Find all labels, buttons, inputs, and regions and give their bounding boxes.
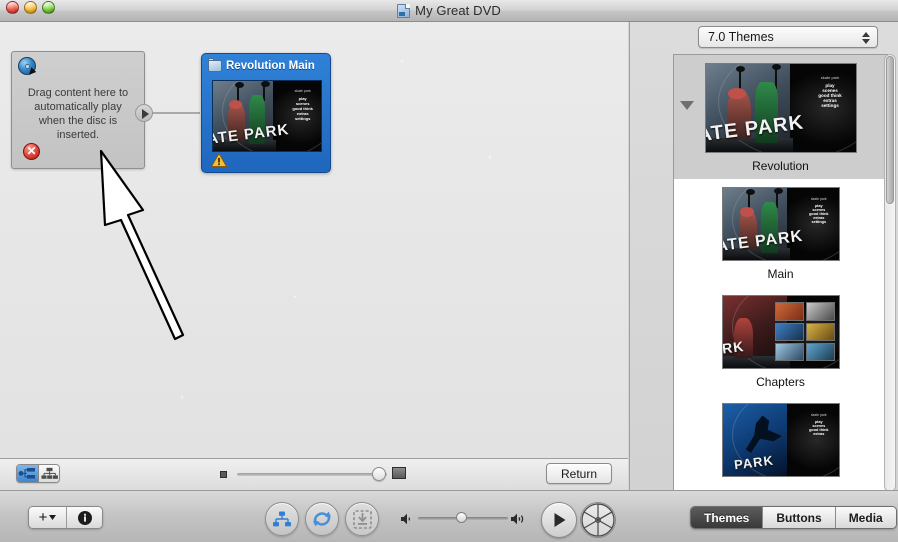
drop-zone-remove-button[interactable]: ✕: [23, 143, 40, 160]
disc-icon: [18, 57, 38, 77]
tab-themes[interactable]: Themes: [691, 507, 763, 528]
theme-art-park: ATE PARK skate park play scenes good thi…: [705, 64, 856, 152]
add-button-label: +: [38, 509, 48, 526]
speaker-high-icon: [511, 513, 524, 525]
theme-list[interactable]: ATE PARK skate park play scenes good thi…: [673, 54, 888, 492]
window-title-text: My Great DVD: [415, 3, 501, 18]
inspector-tabs[interactable]: Themes Buttons Media: [690, 506, 897, 529]
map-view-icon[interactable]: [38, 465, 59, 482]
theme-art-park: ATE PARK skate park play scenes good thi…: [213, 81, 321, 151]
themes-panel: 7.0 Themes ATE PARK skate park play scen…: [629, 22, 898, 492]
scrollbar-thumb[interactable]: [886, 56, 894, 204]
theme-family-select[interactable]: 7.0 Themes: [698, 26, 878, 48]
speaker-low-icon: [401, 513, 411, 525]
chapter-thumbnail-grid: [774, 302, 836, 362]
theme-art-chapters: ARK: [722, 296, 839, 368]
stepper-arrows-icon[interactable]: [860, 30, 872, 46]
tab-media[interactable]: Media: [834, 507, 896, 528]
import-button[interactable]: [345, 502, 379, 536]
minimize-button[interactable]: [24, 1, 37, 14]
loop-arrows-icon: [313, 511, 331, 527]
volume-knob[interactable]: [456, 512, 467, 523]
title-bar: My Great DVD: [0, 0, 898, 22]
pointer-arrow-annotation: [99, 149, 185, 341]
small-square-icon: [220, 471, 227, 478]
application-window: My Great DVD Drag content here to automa…: [0, 0, 898, 542]
menu-node-revolution-main[interactable]: Revolution Main ATE PARK skate park play…: [201, 53, 331, 173]
theme-list-item-extras[interactable]: PARK skate park play scenes good think e…: [674, 395, 887, 483]
theme-thumbnail[interactable]: ARK: [721, 295, 840, 369]
theme-family-value: 7.0 Themes: [708, 30, 774, 44]
window-controls: [6, 1, 55, 14]
theme-name: Main: [767, 267, 794, 281]
play-triangle-icon[interactable]: [135, 104, 153, 122]
add-info-button-group[interactable]: +: [28, 506, 103, 529]
disclosure-triangle-icon[interactable]: [680, 101, 694, 110]
view-mode-segmented-control[interactable]: [16, 464, 60, 483]
theme-thumbnail[interactable]: PARK skate park play scenes good think e…: [721, 403, 840, 477]
menu-node-thumbnail[interactable]: ATE PARK skate park play scenes good thi…: [212, 80, 322, 152]
tab-buttons[interactable]: Buttons: [762, 507, 835, 528]
info-button[interactable]: [66, 507, 102, 528]
connector-line: [152, 112, 200, 114]
menu-node-header: Revolution Main: [208, 58, 315, 72]
vertical-scrollbar[interactable]: [884, 54, 896, 492]
loop-button[interactable]: [305, 502, 339, 536]
window-title: My Great DVD: [397, 3, 501, 18]
zoom-slider-track[interactable]: [237, 473, 387, 476]
thumbnail-menu-list: skate park play scenes good think extras…: [292, 89, 313, 122]
folder-icon: [208, 58, 222, 72]
info-circle-icon: [77, 510, 92, 525]
zoom-slider-knob[interactable]: [372, 467, 386, 481]
drop-zone-instructions: Drag content here to automatically play …: [27, 87, 129, 141]
chevron-down-icon: [49, 514, 57, 520]
play-icon: [554, 513, 565, 527]
theme-name: Chapters: [756, 375, 805, 389]
large-square-icon: [392, 467, 406, 479]
theme-list-item-main[interactable]: ATE PARK skate park play scenes good thi…: [674, 179, 887, 287]
autoplay-drop-zone[interactable]: Drag content here to automatically play …: [11, 51, 145, 169]
zoom-button[interactable]: [42, 1, 55, 14]
play-button[interactable]: [541, 502, 577, 538]
add-button[interactable]: +: [29, 507, 66, 528]
map-hierarchy-button[interactable]: [265, 502, 299, 536]
flow-view-icon[interactable]: [17, 465, 38, 482]
project-canvas[interactable]: Drag content here to automatically play …: [0, 22, 628, 458]
warning-triangle-icon[interactable]: [211, 153, 227, 167]
volume-slider[interactable]: [400, 511, 525, 527]
theme-art-surf: PARK skate park play scenes good think e…: [722, 404, 839, 476]
close-button[interactable]: [6, 1, 19, 14]
burn-disc-icon: [581, 503, 615, 537]
theme-list-item-revolution[interactable]: ATE PARK skate park play scenes good thi…: [674, 55, 887, 179]
import-media-icon: [352, 509, 372, 529]
burn-button[interactable]: [580, 502, 616, 538]
theme-thumbnail[interactable]: ATE PARK skate park play scenes good thi…: [721, 187, 840, 261]
map-hierarchy-icon: [273, 511, 291, 526]
return-button[interactable]: Return: [546, 463, 612, 484]
theme-name: Revolution: [752, 159, 809, 173]
theme-list-item-chapters[interactable]: ARK Chapters: [674, 287, 887, 395]
document-icon: [397, 3, 411, 18]
zoom-slider[interactable]: [220, 467, 406, 481]
theme-art-park: ATE PARK skate park play scenes good thi…: [722, 188, 839, 260]
theme-thumbnail[interactable]: ATE PARK skate park play scenes good thi…: [704, 63, 857, 153]
menu-node-label: Revolution Main: [226, 60, 315, 72]
